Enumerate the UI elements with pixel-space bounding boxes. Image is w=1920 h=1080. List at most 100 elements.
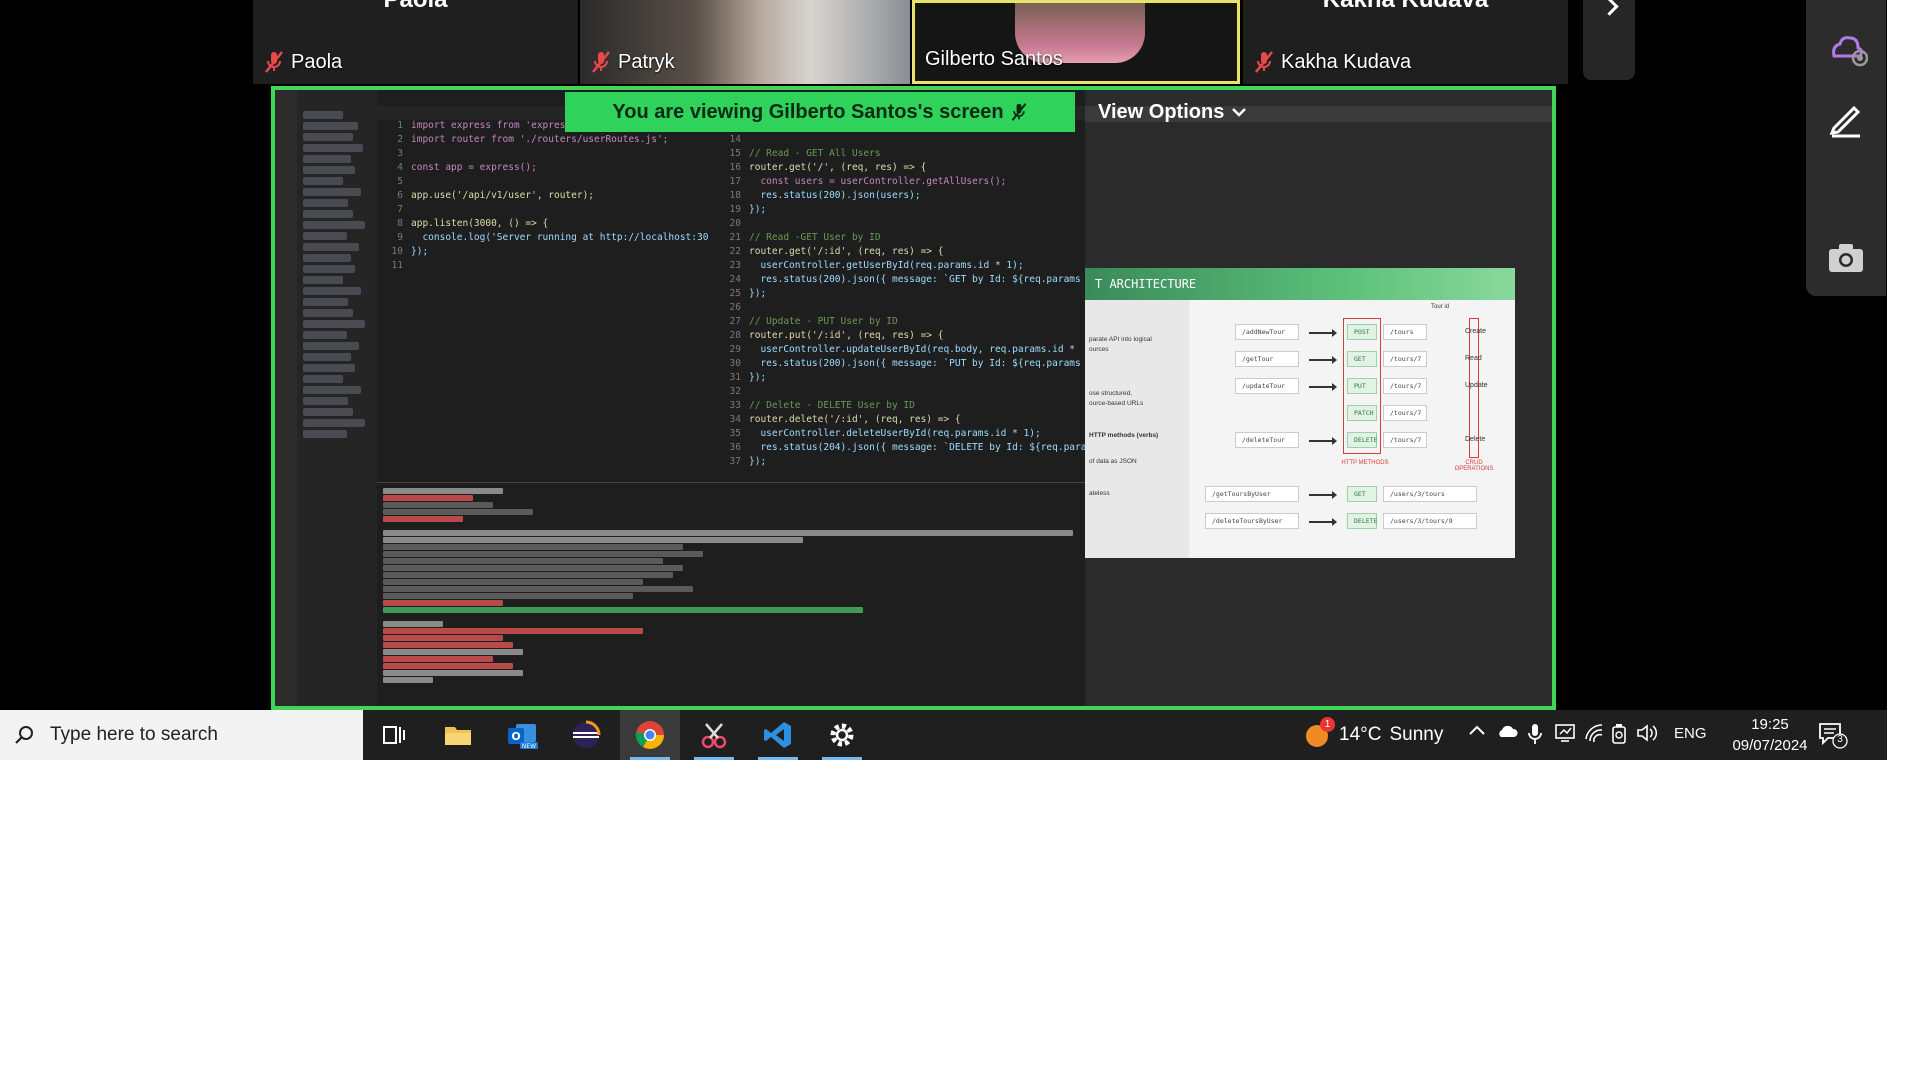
- annotate-pen-icon[interactable]: [1824, 96, 1868, 140]
- weather-widget[interactable]: 1 14°C Sunny: [1303, 710, 1443, 760]
- code-text: const app = express();: [411, 162, 537, 173]
- route-box: /updateTour: [1235, 378, 1299, 394]
- route-box: /addNewTour: [1235, 324, 1299, 340]
- device-icon[interactable]: [1554, 723, 1576, 747]
- code-line[interactable]: 2 import router from './routers/userRoute…: [377, 134, 697, 148]
- path-box: /tours/7: [1383, 432, 1427, 448]
- code-line[interactable]: 22 router.get('/:id', (req, res) => {: [715, 246, 1085, 260]
- code-line[interactable]: 21 // Read -GET User by ID: [715, 232, 1085, 246]
- route-box: /deleteToursByUser: [1205, 513, 1299, 529]
- participant-tile-gilberto[interactable]: Gilberto Santos: [912, 0, 1240, 84]
- path-box: /tours/7: [1383, 405, 1427, 421]
- code-line[interactable]: 3: [377, 148, 697, 162]
- code-line[interactable]: 7: [377, 204, 697, 218]
- vscode-terminal[interactable]: [377, 482, 1085, 706]
- chevron-up-icon[interactable]: [1468, 723, 1486, 741]
- participant-name-text: Paola: [291, 50, 343, 73]
- code-line[interactable]: 36 res.status(204).json({ message: `DELE…: [715, 442, 1085, 456]
- volume-icon[interactable]: [1636, 723, 1658, 747]
- code-line[interactable]: 20: [715, 218, 1085, 232]
- participant-top-label: Kakha Kudava: [1243, 0, 1568, 14]
- crud-label: Create: [1465, 328, 1487, 335]
- code-line[interactable]: 8 app.listen(3000, () => {: [377, 218, 697, 232]
- code-line[interactable]: 32: [715, 386, 1085, 400]
- meeting-stage: Paola Paola Patryk Gilberto Santos Kakha…: [0, 0, 1887, 760]
- view-options-dropdown[interactable]: View Options: [1090, 92, 1260, 132]
- taskbar-clock[interactable]: 19:25 09/07/2024: [1730, 714, 1810, 756]
- microphone-icon[interactable]: [1528, 723, 1542, 749]
- whiteboard-icon[interactable]: [1824, 26, 1868, 70]
- code-line[interactable]: 5: [377, 176, 697, 190]
- arrow-icon: [1309, 518, 1337, 526]
- participant-tile-kakha[interactable]: Kakha Kudava Kakha Kudava: [1243, 0, 1568, 84]
- code-line[interactable]: 26: [715, 302, 1085, 316]
- snipping-tool-icon[interactable]: [684, 710, 744, 760]
- path-box: /tours/7: [1383, 378, 1427, 394]
- code-line[interactable]: 14: [715, 134, 1085, 148]
- code-line[interactable]: 9 console.log('Server running at http://…: [377, 232, 708, 246]
- wifi-icon[interactable]: [1584, 723, 1604, 747]
- code-line[interactable]: 27 // Update - PUT User by ID: [715, 316, 1085, 330]
- notification-center-icon[interactable]: 3: [1818, 721, 1848, 753]
- line-number: 31: [729, 372, 741, 383]
- gallery-next-button[interactable]: [1583, 0, 1635, 80]
- battery-icon[interactable]: [1610, 723, 1628, 749]
- code-line[interactable]: 37});: [715, 456, 1085, 470]
- code-line[interactable]: 30 res.status(200).json({ message: `PUT …: [715, 358, 1085, 372]
- participant-name: Gilberto Santos: [925, 48, 1063, 71]
- code-editor-routes[interactable]: 13});1415// Read - GET All Users16router…: [715, 120, 1085, 470]
- participant-tile-patryk[interactable]: Patryk: [580, 0, 910, 84]
- shared-screen[interactable]: You are viewing Gilberto Santos's screen…: [271, 86, 1556, 710]
- participant-tile-paola[interactable]: Paola Paola: [253, 0, 578, 84]
- settings-gear-icon[interactable]: [812, 710, 872, 760]
- code-line[interactable]: 34 router.delete('/:id', (req, res) => {: [715, 414, 1085, 428]
- method-badge: POST: [1347, 324, 1377, 340]
- code-line[interactable]: 24 res.status(200).json({ message: `GET …: [715, 274, 1085, 288]
- participant-name: Patryk: [590, 50, 675, 74]
- code-line[interactable]: 19});: [715, 204, 1085, 218]
- code-line[interactable]: 6 app.use('/api/v1/user', router);: [377, 190, 697, 204]
- task-view-icon[interactable]: [364, 710, 424, 760]
- code-text: router.put('/:id', (req, res) => {: [749, 330, 944, 341]
- code-text: import express from 'express';: [411, 120, 583, 131]
- code-text: });: [749, 288, 767, 299]
- code-line[interactable]: 17 const users = userController.getAllUs…: [715, 176, 1085, 190]
- code-line[interactable]: 16 router.get('/', (req, res) => {: [715, 162, 1085, 176]
- code-editor-index[interactable]: 1 import express from 'express'; 2 import r…: [377, 120, 709, 470]
- code-line[interactable]: 29 userController.updateUserById(req.bod…: [715, 344, 1085, 358]
- code-line[interactable]: 18 res.status(200).json(users);: [715, 190, 1085, 204]
- outlook-new-icon[interactable]: O NEW: [492, 710, 552, 760]
- code-line[interactable]: 10});: [377, 246, 697, 260]
- line-number: 17: [729, 176, 741, 187]
- code-text: userController.getUserById(req.params.id…: [749, 260, 1024, 271]
- file-explorer-icon[interactable]: [428, 710, 488, 760]
- taskbar-search-box[interactable]: Type here to search: [0, 710, 363, 760]
- code-line[interactable]: 35 userController.deleteUserById(req.par…: [715, 428, 1085, 442]
- code-line[interactable]: 33 // Delete - DELETE User by ID: [715, 400, 1085, 414]
- eclipse-icon[interactable]: [556, 710, 616, 760]
- participant-name: Paola: [263, 50, 342, 74]
- code-line[interactable]: 15 // Read - GET All Users: [715, 148, 1085, 162]
- muted-mic-icon: [1255, 51, 1273, 73]
- code-line[interactable]: 25});: [715, 288, 1085, 302]
- chrome-icon[interactable]: [620, 710, 680, 760]
- code-line[interactable]: 23 userController.getUserById(req.params…: [715, 260, 1085, 274]
- camera-icon[interactable]: [1824, 236, 1868, 280]
- method-badge: GET: [1347, 351, 1377, 367]
- method-badge: GET: [1347, 486, 1377, 502]
- code-line[interactable]: 28 router.put('/:id', (req, res) => {: [715, 330, 1085, 344]
- clock-date: 09/07/2024: [1732, 737, 1808, 754]
- onedrive-cloud-icon[interactable]: [1496, 723, 1518, 743]
- code-line[interactable]: 31});: [715, 372, 1085, 386]
- meeting-toolbar: [1806, 0, 1886, 296]
- language-indicator[interactable]: ENG: [1674, 725, 1707, 742]
- code-line[interactable]: 11: [377, 260, 697, 274]
- method-badge: PUT: [1347, 378, 1377, 394]
- slide-title: T ARCHITECTURE: [1085, 268, 1515, 300]
- line-number: 5: [397, 176, 403, 187]
- code-text: });: [749, 456, 767, 467]
- vscode-icon[interactable]: [748, 710, 808, 760]
- code-line[interactable]: 4 const app = express();: [377, 162, 697, 176]
- line-number: 35: [729, 428, 741, 439]
- path-box: /users/3/tours/9: [1383, 513, 1477, 529]
